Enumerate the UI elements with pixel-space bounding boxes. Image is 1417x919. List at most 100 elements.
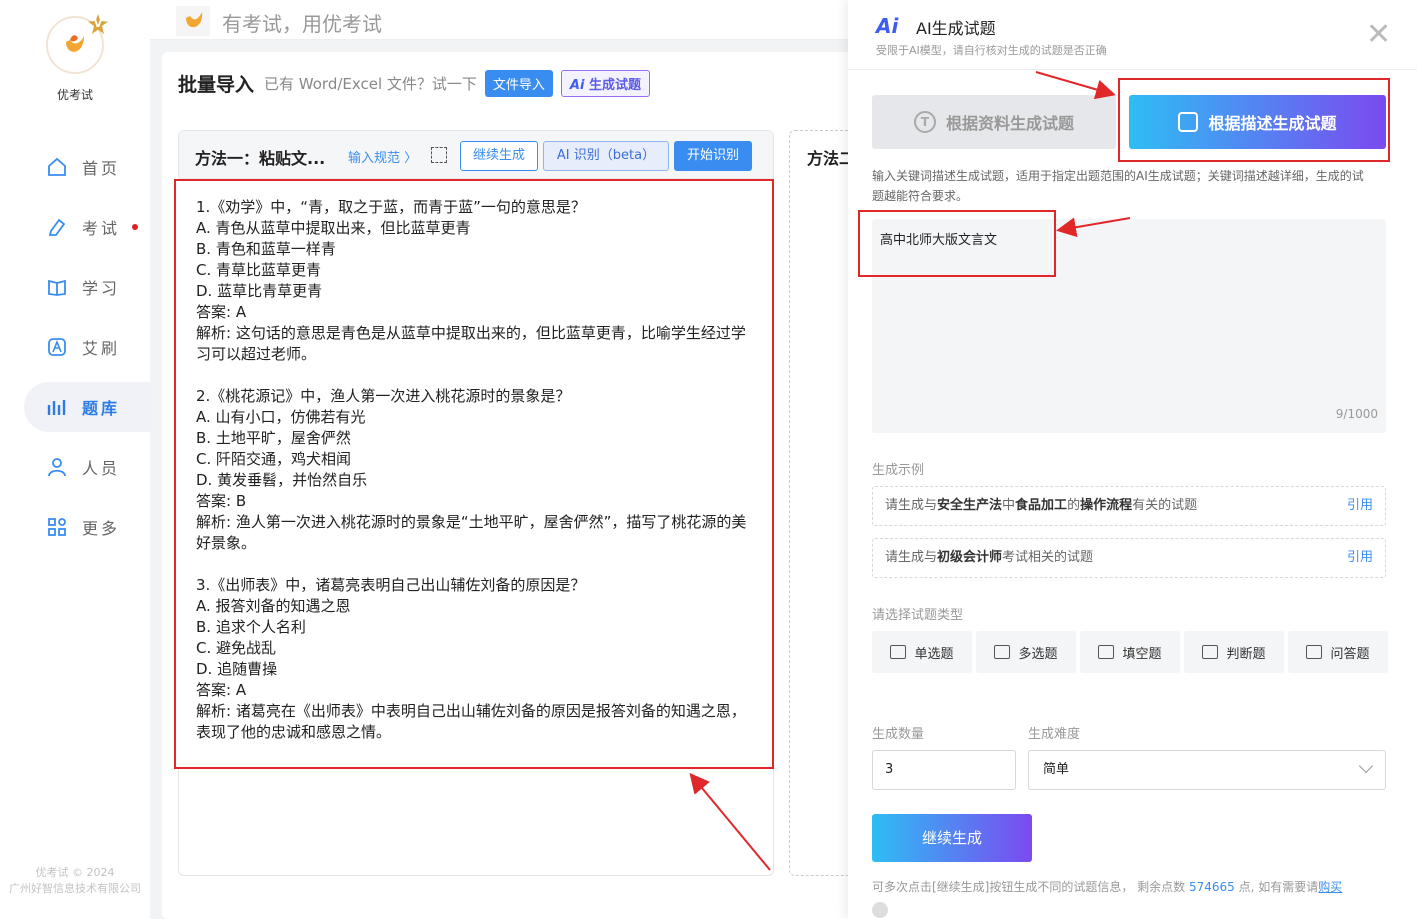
sidebar-item-home[interactable]: 首页 — [24, 142, 150, 192]
example-text: 有关的试题 — [1132, 498, 1198, 513]
continue-generate-main-button[interactable]: 继续生成 — [872, 814, 1032, 862]
question-line: B. 土地平旷，屋舍俨然 — [196, 429, 351, 447]
example-text: 请生成与 — [885, 498, 938, 513]
question-text-area[interactable]: 1.《劝学》中，“青，取之于蓝，而青于蓝”一句的意思是？ A. 青色从蓝草中提取出… — [174, 179, 774, 769]
ai-brush-icon — [48, 338, 66, 356]
crop-icon[interactable] — [431, 147, 447, 163]
panel-header: Ai AI生成试题 受限于AI模型，请自行核对生成的试题是否正确 ✕ — [848, 0, 1417, 70]
panel-subtitle: 受限于AI模型，请自行核对生成的试题是否正确 — [876, 44, 1107, 57]
question-line: 2.《桃花源记》中，渔人第一次进入桃花源时的景象是？ — [196, 387, 571, 405]
ai-logo-icon: Ai — [876, 14, 899, 38]
doc-icon — [1098, 645, 1115, 659]
ai-generate-button[interactable]: Ai 生成试题 — [560, 69, 650, 97]
sidebar-item-label: 人员 — [82, 459, 121, 478]
copyright: 优考试 © 2024 广州好智信息技术有限公司 — [0, 865, 150, 897]
example-keyword: 操作流程 — [1080, 498, 1133, 513]
topbar: 有考试，用优考试 — [150, 0, 850, 40]
footnote-text: 点, 如有需要请 — [1234, 880, 1319, 894]
question-mark-icon — [1306, 645, 1323, 659]
ai-generate-panel: Ai AI生成试题 受限于AI模型，请自行核对生成的试题是否正确 ✕ T 根据资… — [848, 0, 1417, 919]
tab-generate-from-material[interactable]: T 根据资料生成试题 — [872, 95, 1116, 149]
points-value: 574665 — [1189, 880, 1235, 894]
question-line — [196, 554, 752, 575]
question-line: C. 避免战乱 — [196, 639, 277, 657]
help-icon[interactable] — [872, 902, 888, 918]
type-label-text: 填空题 — [1122, 646, 1162, 662]
start-recognize-button[interactable]: 开始识别 — [674, 141, 752, 171]
type-true-false[interactable]: 判断题 — [1184, 631, 1284, 673]
example-text: 中 — [1002, 498, 1016, 513]
file-import-button[interactable]: 文件导入 — [484, 69, 553, 97]
sidebar-item-aishua[interactable]: 艾刷 — [24, 322, 150, 372]
description-text: 输入关键词描述生成试题，适用于指定出题范围的AI生成试题；关键词描述越详细，生成… — [872, 169, 1364, 203]
count-input[interactable]: 3 — [872, 750, 1016, 790]
vip-badge: V — [88, 14, 108, 34]
question-line: 答案: B — [196, 492, 247, 510]
sidebar-item-label: 首页 — [82, 159, 121, 178]
check-icon — [1202, 645, 1219, 659]
list-icon — [994, 645, 1011, 659]
page-title: 批量导入 — [178, 73, 255, 96]
chevron-down-icon — [1358, 758, 1374, 774]
question-line: C. 阡陌交通，鸡犬相闻 — [196, 450, 352, 468]
list-icon — [890, 645, 907, 659]
tab-label: 根据资料生成试题 — [945, 114, 1074, 133]
type-fill-blank[interactable]: 填空题 — [1080, 631, 1180, 673]
cite-button[interactable]: 引用 — [1347, 539, 1373, 577]
footnote: 可多次点击[继续生成]按钮生成不同的试题信息， 剩余点数 574665 点, 如… — [872, 878, 1342, 895]
buy-link[interactable]: 购买 — [1318, 880, 1342, 894]
app-logo[interactable]: V — [46, 14, 108, 74]
title-row: 批量导入 已有 Word/Excel 文件？试一下 文件导入 Ai 生成试题 — [178, 68, 650, 98]
difficulty-select[interactable]: 简单 — [1028, 750, 1386, 790]
example-text: 的 — [1067, 498, 1081, 513]
ai-generate-label: 生成试题 — [588, 77, 641, 93]
sidebar-item-more[interactable]: 更多 — [24, 502, 150, 552]
text-icon: T — [913, 111, 936, 133]
difficulty-label: 生成难度 — [1028, 727, 1081, 742]
question-line: C. 青草比蓝草更青 — [196, 261, 322, 279]
question-line: 解析: 这句话的意思是青色是从蓝草中提取出来的，但比蓝草更青，比喻学生经过学习可… — [196, 324, 746, 363]
app-name: 优考试 — [56, 88, 93, 102]
top-logo-icon — [176, 6, 210, 36]
example-item: 请生成与安全生产法中食品加工的操作流程有关的试题 引用 — [872, 486, 1386, 526]
notification-dot — [132, 224, 138, 230]
continue-generate-button[interactable]: 继续生成 — [460, 141, 538, 171]
home-icon — [48, 157, 66, 176]
exam-icon — [48, 218, 66, 236]
question-line: B. 追求个人名利 — [196, 618, 306, 636]
method1-title: 方法一：粘贴文... — [195, 149, 326, 168]
sidebar-item-label: 学习 — [82, 279, 121, 298]
type-multi-choice[interactable]: 多选题 — [976, 631, 1076, 673]
sidebar-nav: 首页 考试 学习 艾刷 题库 人员 更多 — [24, 142, 150, 562]
more-apps-icon — [48, 518, 66, 536]
import-hint: 已有 Word/Excel 文件？试一下 — [264, 74, 477, 93]
question-line: 答案: A — [196, 681, 247, 699]
type-label-text: 问答题 — [1330, 646, 1370, 662]
question-line: A. 报答刘备的知遇之恩 — [196, 597, 351, 615]
question-bank-icon — [47, 400, 66, 415]
copyright-company: 广州好智信息技术有限公司 — [9, 882, 141, 895]
type-single-choice[interactable]: 单选题 — [872, 631, 972, 673]
type-essay[interactable]: 问答题 — [1288, 631, 1388, 673]
sidebar-item-label: 更多 — [82, 519, 121, 538]
sidebar-item-people[interactable]: 人员 — [24, 442, 150, 492]
sidebar-item-label: 艾刷 — [82, 339, 121, 358]
user-icon — [48, 458, 66, 477]
sidebar-item-label: 考试 — [82, 219, 121, 238]
copyright-line: 优考试 © 2024 — [35, 866, 115, 879]
example-text: 请生成与 — [885, 550, 938, 565]
examples-label: 生成示例 — [872, 463, 925, 478]
book-icon — [48, 279, 66, 296]
ai-recognize-button[interactable]: AI 识别（beta） — [543, 141, 669, 171]
question-line: 答案: A — [196, 303, 247, 321]
sidebar-item-exam[interactable]: 考试 — [24, 202, 150, 252]
sidebar-item-question-bank[interactable]: 题库 — [24, 382, 150, 432]
type-label-text: 单选题 — [914, 646, 954, 662]
difficulty-value: 简单 — [1043, 762, 1070, 777]
cite-button[interactable]: 引用 — [1347, 487, 1373, 525]
sidebar-item-label: 题库 — [82, 399, 121, 418]
input-rule-link[interactable]: 输入规范 〉 — [348, 147, 417, 166]
close-icon[interactable]: ✕ — [1366, 20, 1391, 50]
question-line: B. 青色和蓝草一样青 — [196, 240, 336, 258]
sidebar-item-study[interactable]: 学习 — [24, 262, 150, 312]
